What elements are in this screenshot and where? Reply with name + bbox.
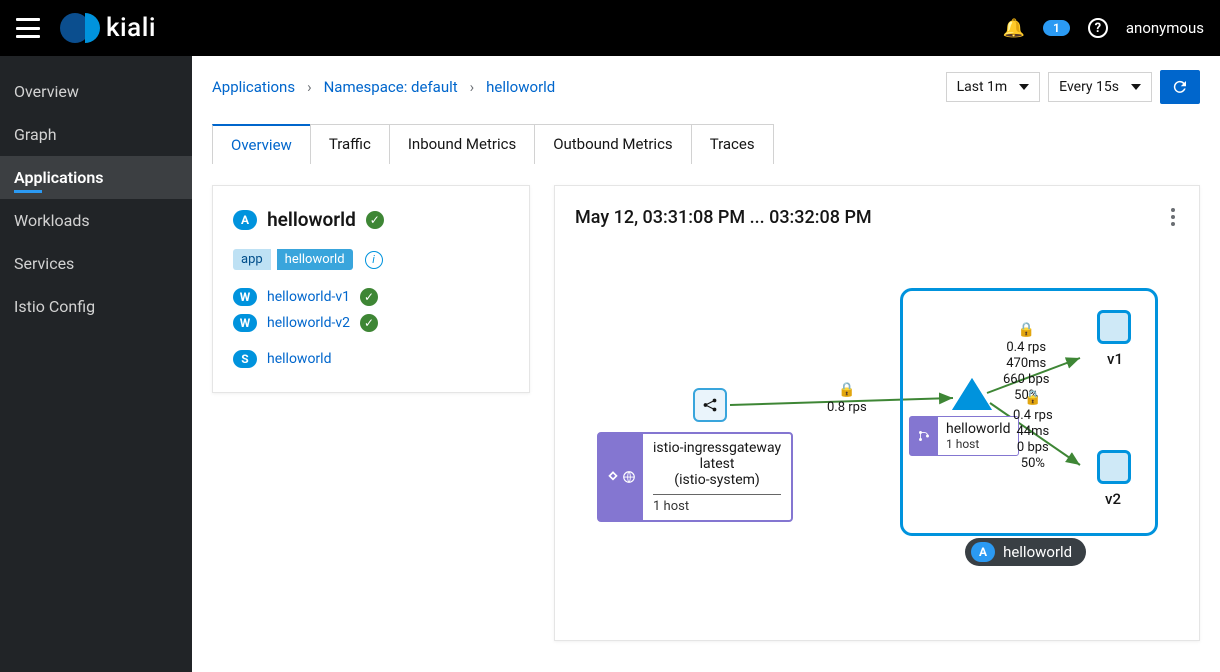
label-key: app [233, 249, 271, 270]
refresh-icon [1171, 78, 1189, 96]
brand-text: kiali [106, 13, 156, 43]
refresh-interval-select[interactable]: Every 15s [1048, 72, 1152, 102]
service-name: helloworld [946, 421, 1010, 437]
service-badge: S [233, 350, 257, 368]
v1-label: v1 [1107, 350, 1123, 368]
list-item: S helloworld [233, 350, 509, 368]
graph-node-service[interactable]: helloworld 1 host [909, 416, 1019, 456]
triangle-icon [955, 382, 989, 410]
list-item: W helloworld-v2 ✓ [233, 314, 509, 332]
gateway-title: istio-ingressgateway [653, 440, 781, 456]
tab-traces[interactable]: Traces [691, 124, 774, 164]
breadcrumb: Applications › Namespace: default › hell… [212, 78, 555, 96]
app-label: app helloworld i [233, 249, 509, 270]
help-icon[interactable]: ? [1088, 18, 1108, 38]
duration-select[interactable]: Last 1m [946, 72, 1041, 102]
graph-node-v1[interactable] [1097, 310, 1131, 344]
brand: kiali [60, 13, 156, 43]
sidebar: Overview Graph Applications Workloads Se… [0, 56, 192, 672]
label-value: helloworld [277, 249, 353, 270]
notification-count[interactable]: 1 [1043, 20, 1070, 36]
workload-link[interactable]: helloworld-v1 [267, 289, 350, 305]
username[interactable]: anonymous [1126, 19, 1204, 37]
time-controls: Last 1m Every 15s [946, 70, 1200, 104]
breadcrumb-app[interactable]: helloworld [486, 78, 555, 96]
gateway-icon [599, 434, 643, 520]
sidebar-item-overview[interactable]: Overview [0, 70, 192, 113]
edge-v2-label: 🔒 0.4 rps 44ms 0 bps 50% [1013, 390, 1053, 473]
chevron-right-icon: › [307, 78, 312, 96]
graph-options-kebab[interactable] [1167, 204, 1179, 230]
graph-node-service-triangle[interactable] [955, 382, 995, 416]
graph-time-range: May 12, 03:31:08 PM ... 03:32:08 PM [575, 207, 872, 228]
app-badge-icon: A [971, 542, 995, 562]
sidebar-item-services[interactable]: Services [0, 242, 192, 285]
app-badge: A [233, 210, 257, 230]
lock-icon: 🔒 [838, 382, 855, 398]
gateway-version: latest [653, 456, 781, 472]
minigraph-card: May 12, 03:31:08 PM ... 03:32:08 PM [554, 185, 1200, 641]
tab-overview[interactable]: Overview [212, 124, 311, 164]
app-box-label[interactable]: A helloworld [965, 538, 1086, 566]
topbar: kiali 🔔 1 ? anonymous [0, 0, 1220, 56]
health-ok-icon: ✓ [366, 211, 384, 229]
breadcrumb-applications[interactable]: Applications [212, 78, 295, 96]
related-list: W helloworld-v1 ✓ W helloworld-v2 ✓ S he… [233, 288, 509, 368]
service-hosts: 1 host [946, 437, 1010, 451]
branch-icon [910, 417, 938, 455]
graph-node-gateway[interactable]: istio-ingressgateway latest (istio-syste… [597, 432, 793, 522]
workload-link[interactable]: helloworld-v2 [267, 315, 350, 331]
tab-inbound-metrics[interactable]: Inbound Metrics [389, 124, 535, 164]
sidebar-item-workloads[interactable]: Workloads [0, 199, 192, 242]
app-title: helloworld [267, 208, 356, 231]
service-link[interactable]: helloworld [267, 351, 331, 367]
tab-traffic[interactable]: Traffic [310, 124, 390, 164]
graph-node-v2[interactable] [1097, 450, 1131, 484]
health-ok-icon: ✓ [360, 314, 378, 332]
workload-badge: W [233, 288, 257, 306]
app-details-card: A helloworld ✓ app helloworld i W hellow… [212, 185, 530, 393]
info-icon[interactable]: i [365, 251, 383, 269]
edge-main-label: 🔒 0.8 rps [827, 382, 867, 416]
lock-icon: 🔒 [1024, 390, 1041, 406]
workload-badge: W [233, 314, 257, 332]
health-ok-icon: ✓ [360, 288, 378, 306]
refresh-interval-value: Every 15s [1059, 79, 1119, 95]
sidebar-item-graph[interactable]: Graph [0, 113, 192, 156]
lock-icon: 🔒 [1018, 322, 1035, 338]
list-item: W helloworld-v1 ✓ [233, 288, 509, 306]
gateway-hosts: 1 host [653, 494, 781, 514]
main-content: Applications › Namespace: default › hell… [192, 56, 1220, 672]
v2-label: v2 [1105, 490, 1121, 508]
bell-icon[interactable]: 🔔 [1003, 18, 1025, 39]
minigraph[interactable]: istio-ingressgateway latest (istio-syste… [575, 240, 1179, 620]
duration-value: Last 1m [957, 79, 1008, 95]
refresh-button[interactable] [1160, 70, 1200, 104]
sidebar-item-istio-config[interactable]: Istio Config [0, 285, 192, 328]
topbar-right: 🔔 1 ? anonymous [1003, 18, 1204, 39]
tab-outbound-metrics[interactable]: Outbound Metrics [534, 124, 692, 164]
caret-down-icon [1131, 84, 1141, 90]
caret-down-icon [1019, 84, 1029, 90]
gateway-namespace: (istio-system) [653, 472, 781, 488]
graph-node-gateway-icon[interactable] [693, 388, 727, 422]
tabs: Overview Traffic Inbound Metrics Outboun… [212, 124, 1200, 165]
share-icon [701, 396, 719, 414]
app-box-name: helloworld [1003, 543, 1072, 561]
sidebar-item-applications[interactable]: Applications [0, 156, 192, 199]
hamburger-menu-toggle[interactable] [16, 18, 40, 38]
chevron-right-icon: › [470, 78, 475, 96]
breadcrumb-namespace[interactable]: Namespace: default [324, 78, 458, 96]
kiali-logo-icon [60, 13, 96, 43]
